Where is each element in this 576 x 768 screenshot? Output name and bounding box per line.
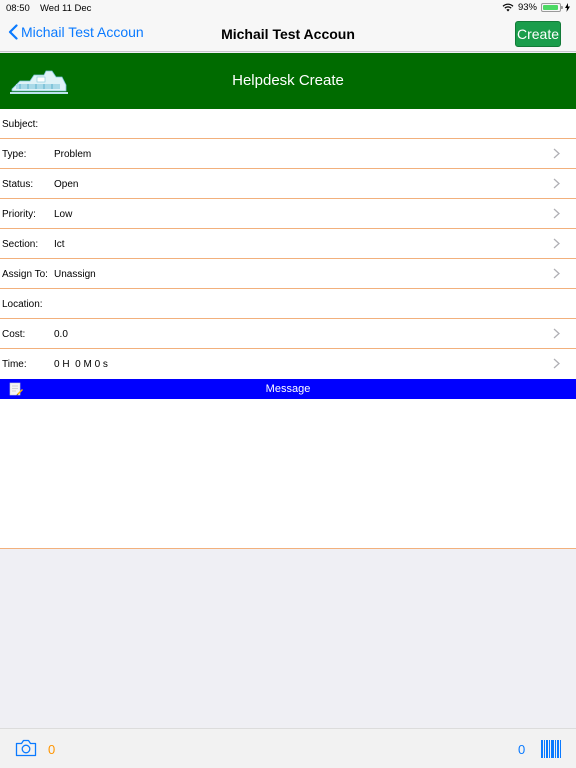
status-date: Wed 11 Dec — [40, 3, 92, 14]
back-button[interactable]: Michail Test Accoun — [8, 24, 144, 40]
message-label: Message — [265, 383, 311, 395]
time-label: Time: — [2, 359, 27, 370]
section-label: Section: — [2, 239, 39, 250]
chevron-right-icon — [553, 358, 560, 369]
charging-bolt-icon — [565, 3, 570, 12]
barcode-icon[interactable] — [541, 740, 561, 758]
chevron-right-icon — [553, 238, 560, 249]
status-time: 08:50 — [6, 3, 30, 14]
subject-label: Subject: — [2, 119, 39, 130]
helpdesk-form: Subject: Type: Problem Status: Open Prio… — [0, 109, 576, 379]
assign-to-label: Assign To: — [2, 269, 48, 280]
status-value: Open — [54, 179, 79, 190]
camera-icon[interactable] — [15, 739, 37, 757]
bottom-toolbar: 0 0 — [0, 728, 576, 768]
location-label: Location: — [2, 299, 43, 310]
section-value: Ict — [54, 239, 65, 250]
cost-value: 0.0 — [54, 329, 68, 340]
create-button[interactable]: Create — [515, 21, 561, 47]
photo-count: 0 — [48, 742, 56, 757]
section-row[interactable]: Section: Ict — [0, 229, 576, 259]
battery-percent: 93% — [517, 2, 537, 13]
message-textarea[interactable] — [0, 399, 576, 549]
priority-value: Low — [54, 209, 73, 220]
assign-to-row[interactable]: Assign To: Unassign — [0, 259, 576, 289]
message-header: Message — [0, 379, 576, 399]
priority-label: Priority: — [2, 209, 36, 220]
battery-icon — [541, 3, 563, 12]
status-right: 93% — [502, 2, 570, 13]
chevron-right-icon — [553, 208, 560, 219]
chevron-right-icon — [553, 328, 560, 339]
type-label: Type: — [2, 149, 27, 160]
cost-row[interactable]: Cost: 0.0 — [0, 319, 576, 349]
type-value: Problem — [54, 149, 92, 160]
status-row[interactable]: Status: Open — [0, 169, 576, 199]
cost-label: Cost: — [2, 329, 26, 340]
back-label: Michail Test Accoun — [21, 24, 144, 40]
priority-row[interactable]: Priority: Low — [0, 199, 576, 229]
location-field[interactable]: Location: — [0, 289, 576, 319]
status-label: Status: — [2, 179, 34, 190]
banner-title: Helpdesk Create — [232, 72, 344, 89]
time-row[interactable]: Time: 0 H 0 M 0 s — [0, 349, 576, 379]
navigation-bar: Michail Test Accoun Michail Test Accoun … — [0, 16, 576, 52]
chevron-right-icon — [553, 148, 560, 159]
type-row[interactable]: Type: Problem — [0, 139, 576, 169]
status-bar: 08:50 Wed 11 Dec 93% — [0, 0, 576, 16]
barcode-count: 0 — [518, 742, 526, 757]
wifi-icon — [502, 3, 514, 12]
chevron-right-icon — [553, 268, 560, 279]
time-value: 0 H 0 M 0 s — [54, 359, 108, 370]
battery-fill — [543, 5, 558, 10]
subject-field[interactable]: Subject: — [0, 109, 576, 139]
chevron-left-icon — [8, 24, 18, 40]
helpdesk-banner: Helpdesk Create — [0, 53, 576, 109]
assign-to-value: Unassign — [54, 269, 96, 280]
chevron-right-icon — [553, 178, 560, 189]
